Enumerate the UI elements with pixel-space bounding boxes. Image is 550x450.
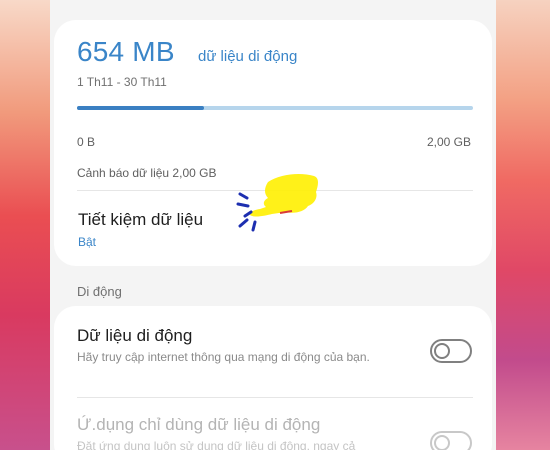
toggle-knob bbox=[434, 343, 450, 359]
mobile-data-description: Hãy truy cập internet thông qua mạng di … bbox=[77, 350, 370, 364]
mobile-settings-card: Dữ liệu di động Hãy truy cập internet th… bbox=[54, 306, 492, 450]
usage-progress-bar bbox=[77, 106, 473, 110]
billing-period: 1 Th11 - 30 Th11 bbox=[77, 75, 167, 89]
usage-amount: 654 MB bbox=[77, 36, 175, 67]
section-header-mobile: Di động bbox=[77, 284, 122, 299]
settings-screen: 654 MB dữ liệu di động 1 Th11 - 30 Th11 … bbox=[50, 0, 496, 450]
pointing-hand-highlight bbox=[249, 174, 318, 217]
wallpaper-left bbox=[0, 0, 50, 450]
toggle-knob bbox=[434, 435, 450, 450]
mobile-only-apps-title: Ứ.dụng chỉ dùng dữ liệu di động bbox=[77, 415, 321, 434]
mobile-data-title: Dữ liệu di động bbox=[77, 326, 193, 345]
tap-annotation-icon bbox=[236, 174, 318, 232]
wallpaper-right bbox=[496, 0, 550, 450]
mobile-data-toggle[interactable] bbox=[430, 339, 472, 363]
mobile-only-apps-toggle[interactable] bbox=[430, 431, 472, 450]
usage-progress-fill bbox=[77, 106, 204, 110]
mobile-only-apps-description: Đặt ứng dụng luôn sử dụng dữ liệu di độn… bbox=[77, 439, 356, 450]
mobile-only-apps-row[interactable]: Ứ.dụng chỉ dùng dữ liệu di động Đặt ứng … bbox=[54, 398, 492, 450]
progress-max-label: 2,00 GB bbox=[426, 135, 471, 149]
data-saver-title: Tiết kiệm dữ liệu bbox=[78, 210, 204, 229]
progress-min-label: 0 B bbox=[77, 135, 96, 149]
data-warning-text: Cảnh báo dữ liệu 2,00 GB bbox=[77, 166, 217, 180]
mobile-data-row[interactable]: Dữ liệu di động Hãy truy cập internet th… bbox=[54, 306, 492, 396]
data-saver-status: Bật bbox=[78, 235, 97, 249]
usage-label: dữ liệu di động bbox=[198, 48, 298, 65]
